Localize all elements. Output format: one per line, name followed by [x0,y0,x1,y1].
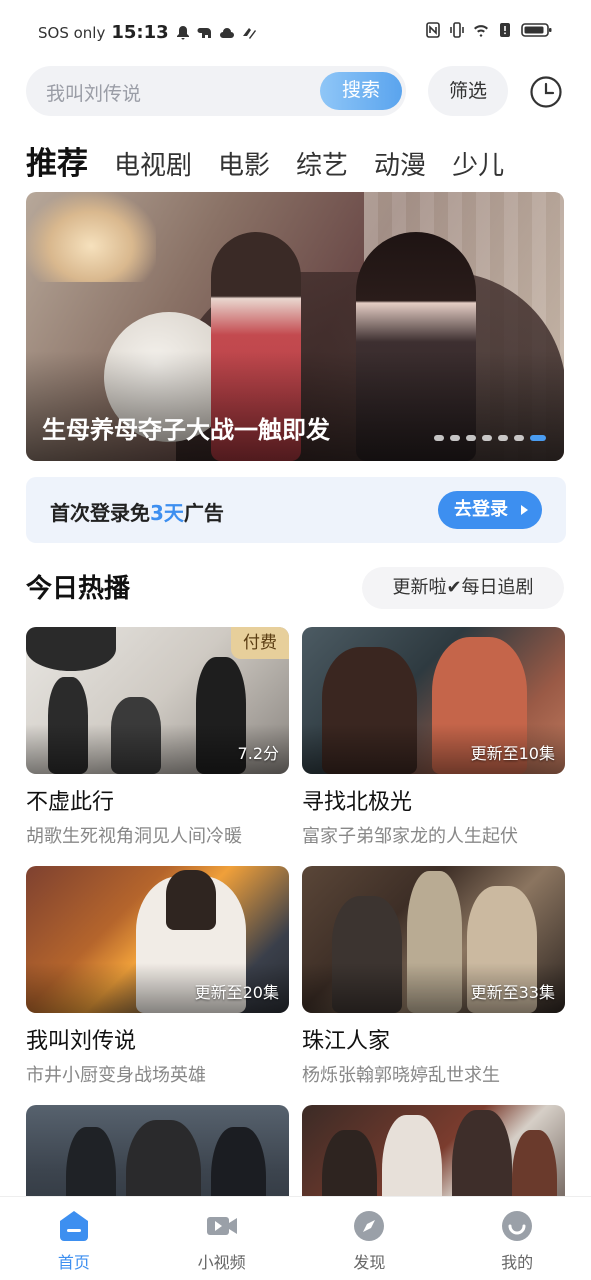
vibrate-icon [450,22,464,38]
tab-recommend[interactable]: 推荐 [26,138,88,183]
tab-kids[interactable]: 少儿 [452,145,504,182]
nav-profile[interactable]: 我的 [457,1197,577,1280]
carrier-text: SOS only [38,23,106,42]
show-card[interactable]: 更新至20集 我叫刘传说 市井小厨变身战场英雄 [26,866,289,1087]
cloud-icon [219,27,234,38]
play-arrow-icon [521,505,528,515]
search-button[interactable]: 搜索 [320,72,402,110]
show-title: 不虚此行 [26,790,115,815]
battery-icon [521,23,552,37]
tab-anime[interactable]: 动漫 [374,145,426,182]
nav-discover-label: 发现 [353,1253,386,1272]
login-promo-bar: 首次登录免3天广告 去登录 [26,477,566,543]
show-card[interactable]: 更新至10集 寻找北极光 富家子弟邹家龙的人生起伏 [302,627,565,848]
episode-label: 更新至10集 [470,744,555,763]
login-promo-highlight: 3天 [150,501,184,525]
pagination-dot-active[interactable] [530,435,546,441]
video-camera-icon [206,1217,237,1235]
show-subtitle: 杨烁张翰郭晓婷乱世求生 [302,1065,500,1086]
filter-button[interactable]: 筛选 [428,66,508,116]
banner-caption: 生母养母夺子大战一触即发 [42,416,330,444]
show-card[interactable]: 付费 7.2分 不虚此行 胡歌生死视角洞见人间冷暖 [26,627,289,848]
clock: 15:13 [111,22,169,43]
status-right [425,22,553,38]
wifi-icon [474,25,488,37]
section-tag[interactable]: 更新啦✔每日追剧 [362,567,564,609]
tab-tv-series[interactable]: 电视剧 [114,145,192,182]
show-title: 寻找北极光 [302,790,413,815]
show-thumbnail[interactable]: 付费 7.2分 [26,627,289,774]
hero-banner[interactable]: 生母养母夺子大战一触即发 [26,192,564,461]
paid-badge: 付费 [231,627,289,659]
show-thumbnail[interactable]: 更新至20集 [26,866,289,1013]
elephant-icon [197,27,211,38]
tab-movies[interactable]: 电影 [218,145,270,182]
pagination-dot[interactable] [450,435,460,441]
nav-profile-label: 我的 [501,1253,534,1272]
status-left: SOS only 15:13 [38,22,257,43]
banner-pagination [434,435,546,441]
pagination-dot[interactable] [514,435,524,441]
search-input[interactable]: 我叫刘传说 搜索 [26,66,406,116]
nav-home[interactable]: 首页 [14,1197,134,1280]
pagination-dot[interactable] [434,435,444,441]
category-tabs: 推荐 电视剧 电影 综艺 动漫 少儿 [26,138,504,183]
episode-label: 更新至33集 [470,983,555,1002]
login-promo-prefix: 首次登录免 [50,501,150,525]
show-thumbnail[interactable]: 更新至10集 [302,627,565,774]
sim-alert-icon [500,23,510,37]
login-button[interactable]: 去登录 [438,491,542,529]
show-title: 我叫刘传说 [26,1029,137,1054]
search-placeholder: 我叫刘传说 [46,83,142,105]
pagination-dot[interactable] [482,435,492,441]
show-title: 珠江人家 [302,1029,391,1054]
nfc-icon [426,22,440,38]
rating-label: 7.2分 [237,744,279,763]
login-promo-text: 首次登录免3天广告 [50,497,224,526]
show-subtitle: 富家子弟邹家龙的人生起伏 [302,826,518,847]
show-subtitle: 胡歌生死视角洞见人间冷暖 [26,826,242,847]
show-card[interactable]: 更新至33集 珠江人家 杨烁张翰郭晓婷乱世求生 [302,866,565,1087]
tab-variety[interactable]: 综艺 [296,145,348,182]
login-promo-suffix: 广告 [183,501,224,525]
nav-short-video[interactable]: 小视频 [162,1197,282,1280]
show-subtitle: 市井小厨变身战场英雄 [26,1065,206,1086]
home-icon [59,1211,88,1241]
banner-lamp [26,192,156,282]
login-button-label: 去登录 [454,499,508,520]
profile-icon [502,1211,533,1241]
app-notification-icon [242,27,256,39]
pagination-dot[interactable] [466,435,476,441]
show-thumbnail[interactable]: 更新至33集 [302,866,565,1013]
history-clock-icon[interactable] [529,75,563,109]
bottom-nav: 首页 小视频 发现 我的 [0,1196,591,1280]
nav-home-label: 首页 [57,1253,90,1272]
nav-discover[interactable]: 发现 [309,1197,429,1280]
compass-icon [354,1211,385,1241]
pagination-dot[interactable] [498,435,508,441]
search-row: 我叫刘传说 搜索 筛选 [26,66,566,116]
bell-icon [176,25,189,39]
status-bar: SOS only 15:13 [0,0,591,64]
thumbnail-figure [166,870,216,930]
umbrella-shape [26,627,116,671]
nav-short-video-label: 小视频 [197,1253,246,1272]
section-title: 今日热播 [26,574,131,604]
episode-label: 更新至20集 [194,983,279,1002]
